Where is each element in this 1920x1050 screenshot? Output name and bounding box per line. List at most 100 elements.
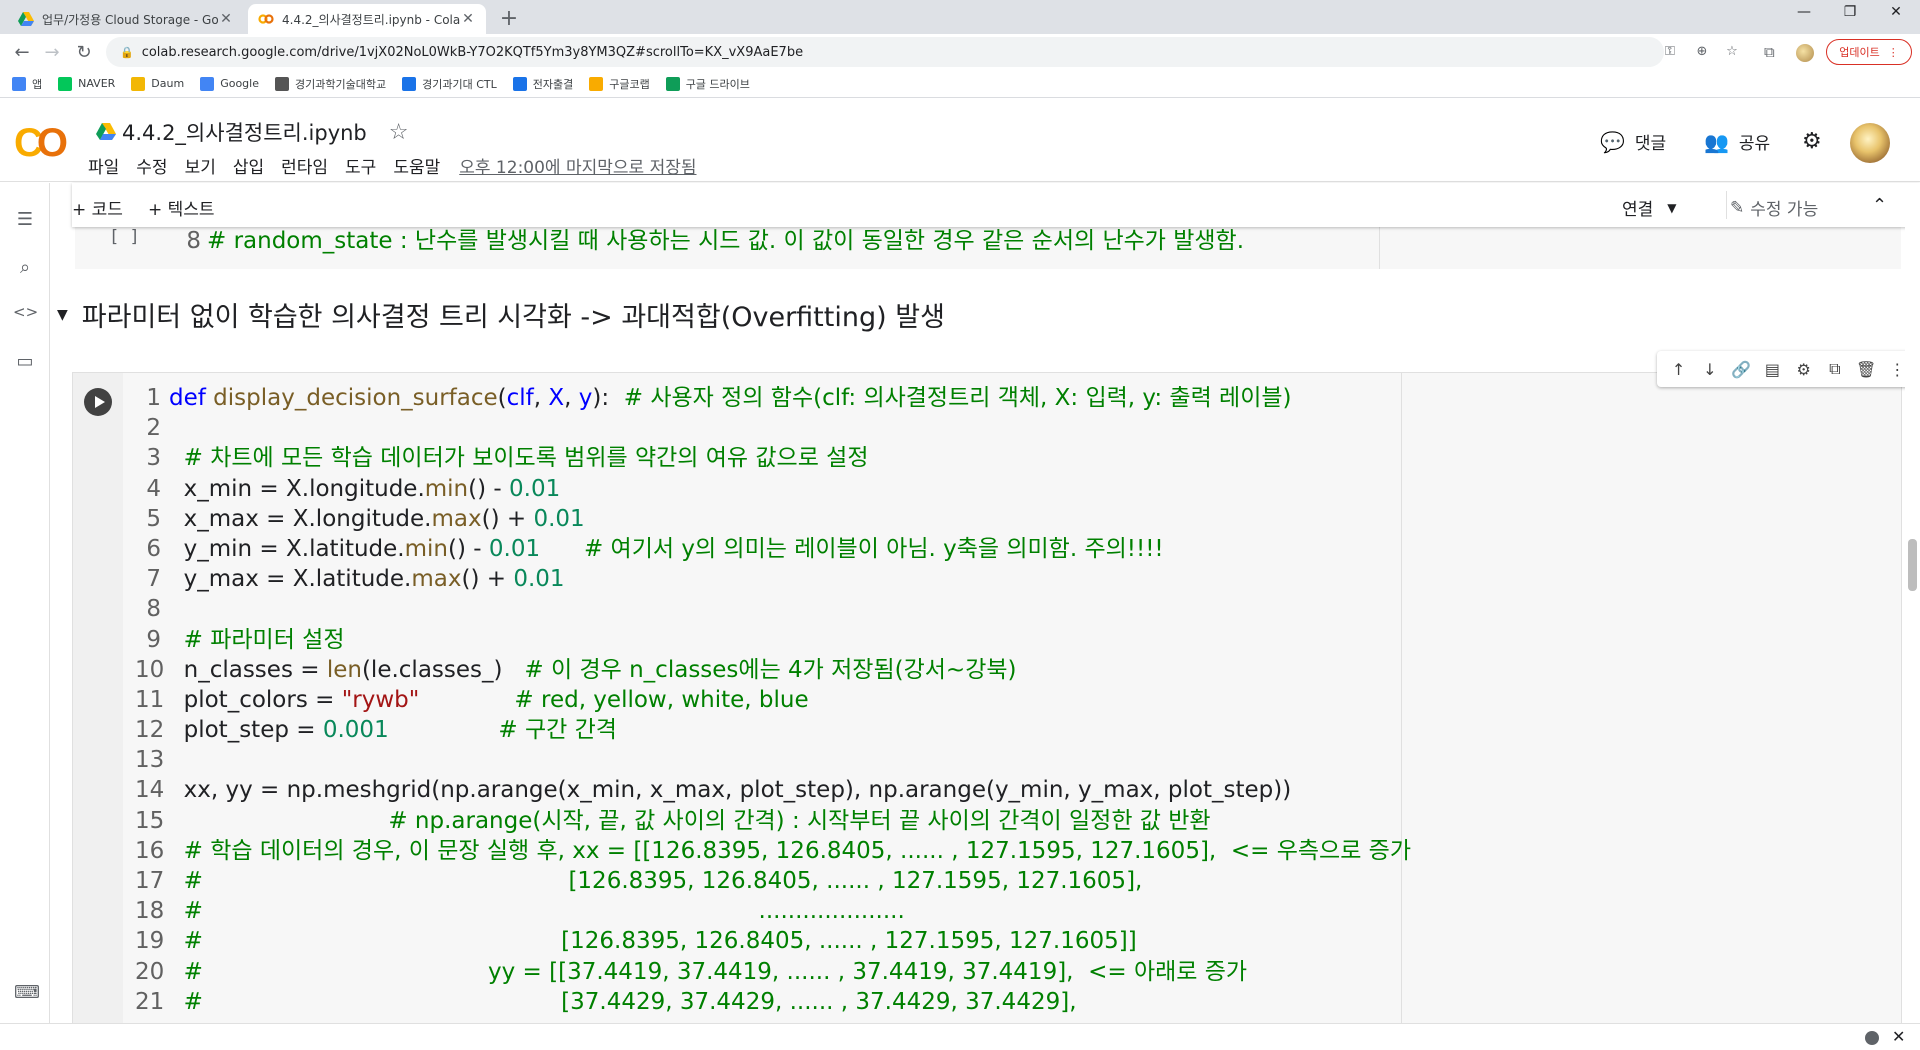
tab-colab-notebook[interactable]: 4.4.2_의사결정트리.ipynb - Cola ✕ (248, 4, 486, 34)
key-icon[interactable]: ⚿ (1660, 44, 1680, 59)
window-close-button[interactable]: ✕ (1876, 4, 1916, 20)
bookmark-item[interactable]: 구글코랩 (589, 76, 650, 92)
menu-view[interactable]: 보기 (185, 153, 216, 178)
edit-mode-button[interactable]: ✎ 수정 가능 (1730, 195, 1818, 221)
link-icon[interactable]: 🔗 (1729, 360, 1753, 379)
collapse-caret-icon[interactable]: ▼ (57, 307, 68, 323)
bookmark-item[interactable]: 구글 드라이브 (665, 76, 750, 92)
section-heading[interactable]: ▼ 파라미터 없이 학습한 의사결정 트리 시각화 -> 과대적합(Overfi… (57, 295, 945, 334)
line-number: 10 (135, 656, 165, 683)
code-comment: # [126.8395, 126.8405, ...... , 127.1595… (183, 868, 1143, 894)
code-line: 15 # np.arange(시작, 끝, 값 사이의 간격) : 시작부터 끝… (135, 806, 1411, 836)
bookmark-star-icon[interactable]: ☆ (1722, 44, 1742, 59)
bookmark-label: 전자출결 (532, 77, 574, 91)
update-button[interactable]: 업데이트 ⋮ (1826, 39, 1912, 65)
colab-logo[interactable]: CO (14, 121, 68, 166)
line-number: 6 (146, 535, 161, 562)
url-bar[interactable]: 🔒 colab.research.google.com/drive/1vjX02… (106, 37, 1664, 67)
url-text: colab.research.google.com/drive/1vjX02No… (141, 44, 804, 60)
add-code-button[interactable]: + 코드 (72, 195, 123, 220)
code-cell[interactable]: ↑ ↓ 🔗 ▤ ⚙ ⧉ 🗑 ⋮ 1 def display_decision_su… (73, 351, 1919, 1023)
comment-icon[interactable]: ▤ (1760, 360, 1784, 379)
tab-label: 4.4.2_의사결정트리.ipynb - Cola (282, 12, 460, 27)
tab-close-icon[interactable]: ✕ (218, 11, 234, 27)
move-down-icon[interactable]: ↓ (1698, 360, 1722, 379)
naver-icon (58, 76, 73, 91)
code-function: max (411, 566, 462, 593)
code-line: 4 x_min = X.longitude.min() - 0.01 (135, 474, 1411, 504)
vertical-scrollbar[interactable] (1905, 227, 1920, 1023)
comment-label: 댓글 (1634, 134, 1667, 154)
settings-gear-icon[interactable]: ⚙ (1802, 129, 1822, 154)
notebook-title[interactable]: 4.4.2_의사결정트리.ipynb (122, 117, 367, 147)
connect-button[interactable]: 연결 ▼ (1622, 195, 1677, 220)
checkbox-icon (512, 76, 527, 91)
code-comment: # [126.8395, 126.8405, ...... , 127.1595… (183, 928, 1137, 955)
tab-close-icon[interactable]: ✕ (460, 11, 476, 27)
folder-icon[interactable]: ▭ (13, 351, 37, 372)
tab-cloud-storage[interactable]: 업무/가정용 Cloud Storage - Go ✕ (8, 4, 244, 34)
runtime-status-icon[interactable] (1865, 1031, 1879, 1045)
search-icon[interactable]: ⌕ (13, 257, 37, 278)
scrollbar-thumb[interactable] (1908, 539, 1917, 591)
star-icon[interactable]: ☆ (389, 120, 409, 145)
bookmark-item[interactable]: 앱 (12, 76, 42, 92)
cell-run-bracket[interactable]: [ ] (109, 227, 140, 247)
code-line: 21 # [37.4429, 37.4429, ...... , 37.4429… (135, 987, 1411, 1017)
code-editor[interactable]: 1 def display_decision_surface(clf, X, y)… (135, 383, 1411, 1017)
code-snippets-icon[interactable]: <> (13, 303, 38, 321)
line-number: 18 (135, 898, 165, 925)
comment-button[interactable]: 💬 댓글 (1600, 129, 1667, 155)
new-tab-button[interactable]: + (496, 6, 522, 31)
code-line: 10 n_classes = len(le.classes_) # 이 경우 n… (135, 655, 1411, 685)
bookmark-item[interactable]: 경기과기대 CTL (402, 76, 497, 92)
bookmark-item[interactable]: Google (200, 76, 259, 91)
menu-help[interactable]: 도움말 (393, 153, 440, 178)
line-number: 15 (135, 807, 165, 834)
share-button[interactable]: 👥 공유 (1704, 129, 1770, 155)
account-avatar[interactable] (1850, 123, 1890, 163)
code-text: x_max = X.longitude. (169, 505, 432, 532)
code-text: xx, yy = np.meshgrid(np.arange(x_min, x_… (169, 777, 1292, 804)
close-icon[interactable]: ✕ (1892, 1027, 1905, 1046)
table-of-contents-icon[interactable]: ☰ (13, 209, 37, 230)
delete-icon[interactable]: 🗑 (1854, 360, 1878, 379)
minimize-button[interactable]: — (1784, 4, 1824, 20)
menu-edit[interactable]: 수정 (136, 153, 167, 178)
zoom-icon[interactable]: ⊕ (1692, 44, 1712, 59)
add-text-button[interactable]: + 텍스트 (148, 195, 215, 220)
forward-arrow-icon[interactable]: → (40, 42, 64, 63)
code-comment: # 여기서 y의 의미는 레이블이 아님. y축을 의미함. 주의!!!! (583, 535, 1164, 562)
code-comment: # red, yellow, white, blue (514, 686, 809, 713)
browser-profile-avatar[interactable] (1796, 44, 1814, 62)
last-saved-status[interactable]: 오후 12:00에 마지막으로 저장됨 (459, 153, 696, 178)
restore-button[interactable]: ❐ (1830, 4, 1870, 20)
code-comment: # [37.4429, 37.4429, ...... , 37.4429, 3… (183, 988, 1077, 1015)
code-line: 16 # 학습 데이터의 경우, 이 문장 실행 후, xx = [[126.8… (135, 836, 1411, 866)
code-comment: # random_state : 난수를 발생시킬 때 사용하는 시드 값. 이… (207, 228, 1245, 254)
terminal-icon[interactable]: ⌨ (14, 982, 40, 1003)
menu-insert[interactable]: 삽입 (233, 153, 264, 178)
colab-icon (258, 14, 274, 24)
previous-code-cell[interactable]: [ ] 8 # random_state : 난수를 발생시킬 때 사용하는 시드… (75, 227, 1901, 269)
collapse-header-icon[interactable]: ⌃ (1872, 195, 1887, 216)
bookmark-item[interactable]: Daum (131, 76, 184, 91)
move-up-icon[interactable]: ↑ (1667, 360, 1691, 379)
mirror-cell-icon[interactable]: ⧉ (1823, 359, 1847, 379)
menu-tools[interactable]: 도구 (345, 153, 376, 178)
back-arrow-icon[interactable]: ← (10, 42, 34, 63)
ruler-line (1379, 227, 1380, 269)
menu-runtime[interactable]: 런타임 (281, 153, 328, 178)
extensions-icon[interactable]: ⧉ (1764, 43, 1775, 61)
toolbar-divider (1726, 191, 1727, 219)
cell-settings-icon[interactable]: ⚙ (1792, 360, 1816, 379)
bookmark-item[interactable]: 경기과학기술대학교 (275, 76, 386, 92)
menu-file[interactable]: 파일 (88, 153, 119, 178)
tab-label: 업무/가정용 Cloud Storage - Go (42, 12, 218, 27)
reload-icon[interactable]: ↻ (72, 42, 96, 63)
bookmark-item[interactable]: 전자출결 (512, 76, 574, 92)
run-cell-button[interactable] (84, 388, 112, 416)
bookmark-item[interactable]: NAVER (58, 76, 115, 91)
